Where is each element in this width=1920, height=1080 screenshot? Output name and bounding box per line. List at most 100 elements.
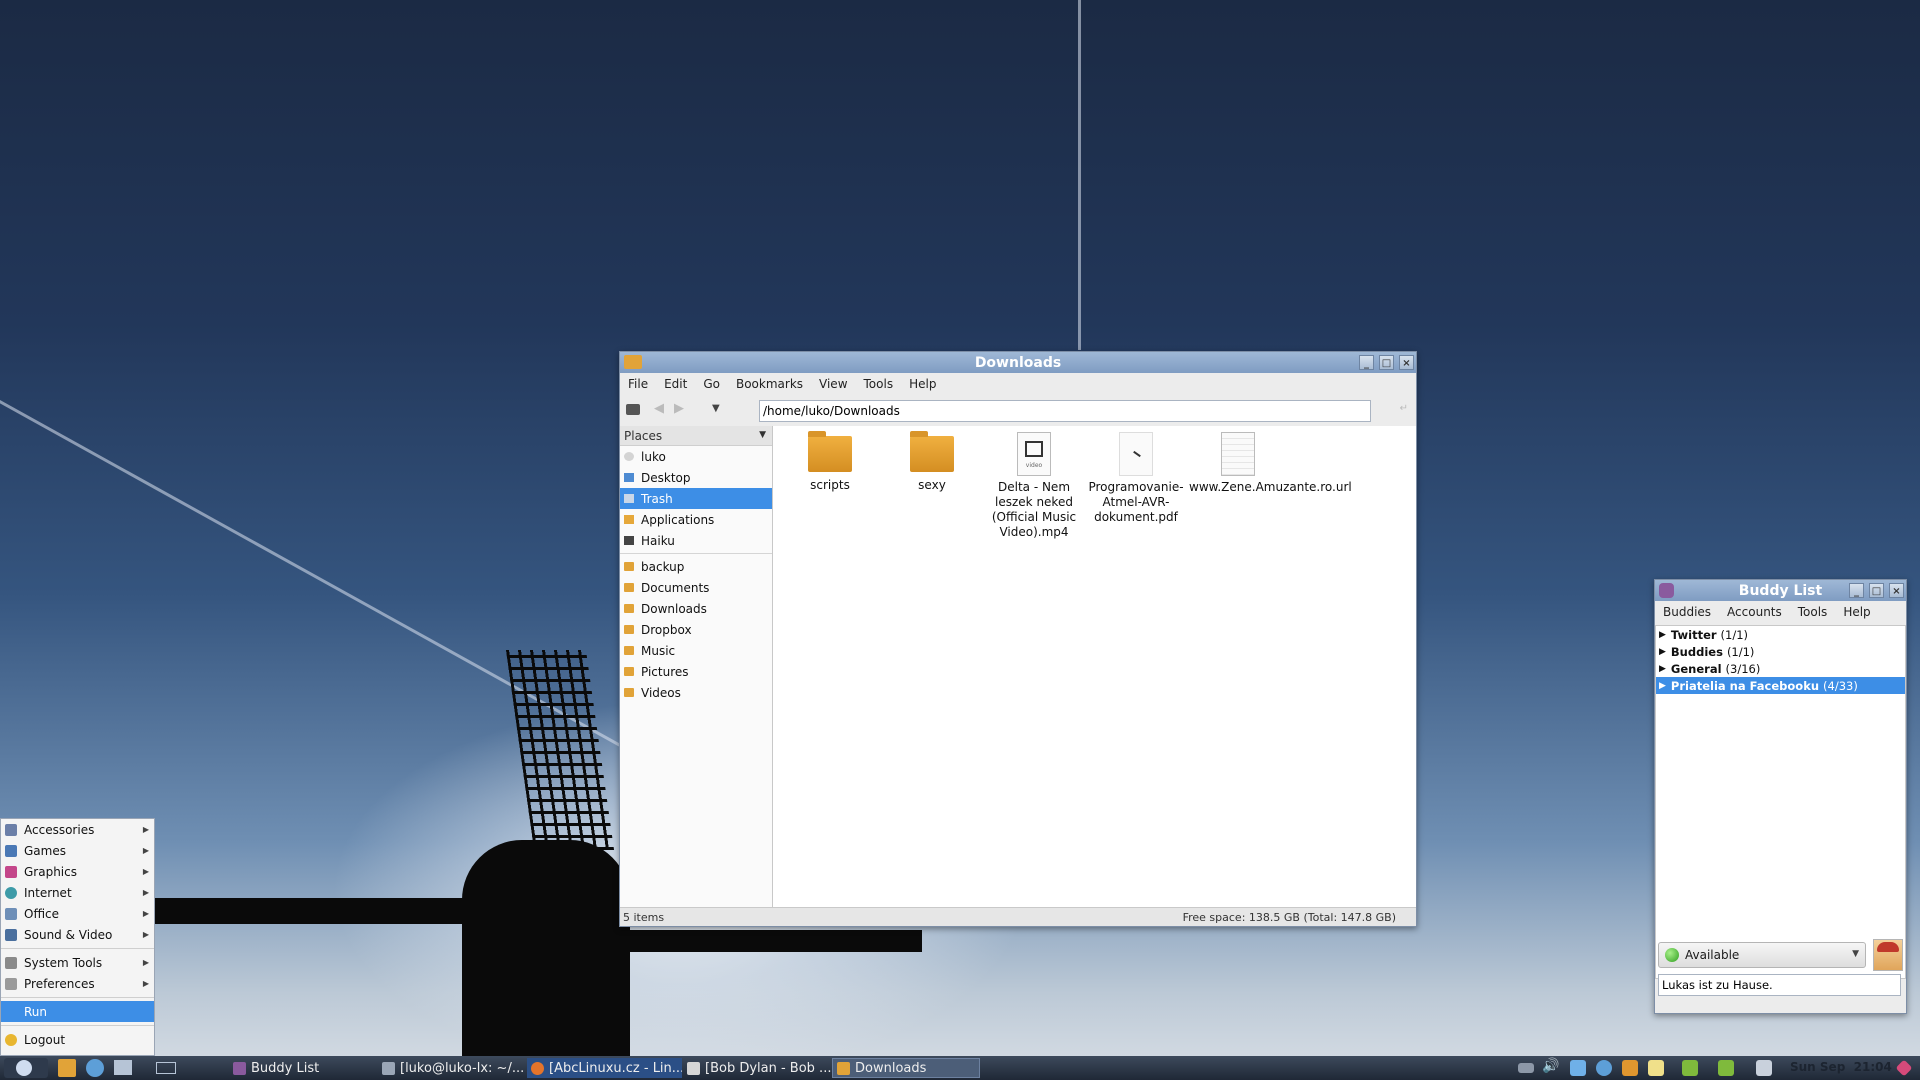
go-icon[interactable]: ↵ (1400, 403, 1408, 414)
menu-item-office[interactable]: Office ▶ (1, 903, 154, 924)
menu-file[interactable]: File (620, 377, 656, 391)
forward-icon[interactable]: ▶ (674, 401, 684, 416)
menu-item-preferences[interactable]: Preferences ▶ (1, 973, 154, 994)
window-switcher-icon[interactable] (114, 1060, 132, 1075)
expand-arrow-icon[interactable]: ▶ (1659, 681, 1666, 691)
file-manager-launcher-icon[interactable] (58, 1059, 76, 1077)
menu-help[interactable]: Help (1835, 605, 1878, 619)
keyboard-icon[interactable] (1518, 1063, 1534, 1073)
chevron-down-icon[interactable]: ▼ (1852, 949, 1859, 959)
history-dropdown-icon[interactable]: ▼ (712, 403, 720, 414)
sidebar-item-desktop[interactable]: Desktop (620, 467, 772, 488)
desktop-pager-icon[interactable] (156, 1062, 176, 1074)
back-icon[interactable]: ◀ (654, 401, 664, 416)
menu-buddies[interactable]: Buddies (1655, 605, 1719, 619)
sidebar-bookmark-videos[interactable]: Videos (620, 682, 772, 703)
sidebar-item-trash[interactable]: Trash (620, 488, 772, 509)
sidebar-bookmark-pictures[interactable]: Pictures (620, 661, 772, 682)
menu-item-games[interactable]: Games ▶ (1, 840, 154, 861)
menu-view[interactable]: View (811, 377, 855, 391)
browser-launcher-icon[interactable] (86, 1059, 104, 1077)
taskbar-task-firefox[interactable]: [AbcLinuxu.cz - Lin... (527, 1058, 682, 1078)
volume-icon[interactable]: 🔊 (1542, 1058, 1559, 1074)
network-icon[interactable] (1756, 1060, 1772, 1076)
submenu-arrow-icon: ▶ (142, 846, 149, 855)
status-selector[interactable]: Available ▼ (1658, 942, 1866, 968)
group-name: Priatelia na Facebooku (1670, 678, 1820, 693)
chevron-down-icon[interactable]: ▼ (759, 430, 766, 440)
update-icon[interactable] (1682, 1060, 1698, 1076)
expand-arrow-icon[interactable]: ▶ (1659, 630, 1666, 640)
sidebar-item-luko[interactable]: luko (620, 446, 772, 467)
path-input[interactable] (759, 400, 1371, 422)
new-tab-icon[interactable] (626, 404, 640, 415)
menu-item-accessories[interactable]: Accessories ▶ (1, 819, 154, 840)
sidebar-bookmark-downloads[interactable]: Downloads (620, 598, 772, 619)
menu-tools[interactable]: Tools (1790, 605, 1836, 619)
sidebar-item-haiku[interactable]: Haiku (620, 530, 772, 551)
menu-item-logout[interactable]: Logout (1, 1029, 154, 1050)
sidebar-item-applications[interactable]: Applications (620, 509, 772, 530)
menu-item-sound-video[interactable]: Sound & Video ▶ (1, 924, 154, 945)
menu-go[interactable]: Go (695, 377, 728, 391)
file-manager-window: Downloads _ □ × File Edit Go Bookmarks V… (619, 351, 1417, 927)
sidebar-item-label: backup (641, 559, 685, 574)
places-header[interactable]: Places ▼ (620, 426, 772, 446)
maximize-button[interactable]: □ (1869, 583, 1884, 598)
buddy-list-titlebar[interactable]: Buddy List _ □ × (1655, 580, 1906, 601)
internet-icon (5, 886, 17, 899)
sidebar-bookmark-music[interactable]: Music (620, 640, 772, 661)
menu-bookmarks[interactable]: Bookmarks (728, 377, 811, 391)
expand-arrow-icon[interactable]: ▶ (1659, 647, 1666, 657)
taskbar-task-terminal[interactable]: [luko@luko-lx: ~/... (378, 1058, 525, 1078)
dropbox-icon[interactable] (1570, 1060, 1586, 1076)
pidgin-icon (233, 1061, 246, 1075)
menu-help[interactable]: Help (901, 377, 944, 391)
avatar[interactable] (1873, 939, 1903, 971)
buddy-groups: ▶ Twitter (1/1) ▶ Buddies (1/1) ▶ General (3/1… (1655, 625, 1906, 979)
buddy-group-buddies[interactable]: ▶ Buddies (1/1) (1656, 643, 1905, 660)
buddy-group-twitter[interactable]: ▶ Twitter (1/1) (1656, 626, 1905, 643)
file-item[interactable]: Programovanie-Atmel-AVR-dokument.pdf (1087, 432, 1185, 525)
menu-item-graphics[interactable]: Graphics ▶ (1, 861, 154, 882)
menu-item-internet[interactable]: Internet ▶ (1, 882, 154, 903)
file-item[interactable]: www.Zene.Amuzante.ro.url (1189, 432, 1352, 495)
clock[interactable]: Sun Sep 21:04 (1790, 1060, 1892, 1074)
graphics-icon (5, 865, 17, 878)
menu-item-run[interactable]: Run (1, 1001, 154, 1022)
file-view[interactable]: scripts sexy video Delta - Nem leszek ne… (773, 426, 1416, 908)
notes-icon[interactable] (1648, 1060, 1664, 1076)
firefox-icon (531, 1061, 544, 1075)
file-item[interactable]: video Delta - Nem leszek neked (Official… (985, 432, 1083, 540)
tools-icon[interactable] (1622, 1060, 1638, 1076)
expand-arrow-icon[interactable]: ▶ (1659, 664, 1666, 674)
download-icon[interactable] (1718, 1060, 1734, 1076)
buddy-group-facebook[interactable]: ▶ Priatelia na Facebooku (4/33) (1656, 677, 1905, 694)
folder-icon (624, 355, 642, 369)
minimize-button[interactable]: _ (1849, 583, 1864, 598)
taskbar-task-downloads[interactable]: Downloads (832, 1058, 980, 1078)
sidebar-bookmark-documents[interactable]: Documents (620, 577, 772, 598)
buddy-group-general[interactable]: ▶ General (3/16) (1656, 660, 1905, 677)
taskbar-task-buddy-list[interactable]: Buddy List (229, 1058, 373, 1078)
status-bar: 5 items Free space: 138.5 GB (Total: 147… (620, 907, 1416, 926)
menu-accounts[interactable]: Accounts (1719, 605, 1790, 619)
menu-tools[interactable]: Tools (856, 377, 902, 391)
sidebar-bookmark-dropbox[interactable]: Dropbox (620, 619, 772, 640)
start-menu-button[interactable] (4, 1058, 48, 1078)
status-message-input[interactable] (1658, 974, 1901, 996)
file-item[interactable]: sexy (883, 431, 981, 493)
close-button[interactable]: × (1889, 583, 1904, 598)
taskbar-task-browser[interactable]: [Bob Dylan - Bob ... (683, 1058, 832, 1078)
maximize-button[interactable]: □ (1379, 355, 1394, 370)
task-label: Downloads (855, 1060, 927, 1076)
menu-item-system-tools[interactable]: System Tools ▶ (1, 952, 154, 973)
minimize-button[interactable]: _ (1359, 355, 1374, 370)
menu-edit[interactable]: Edit (656, 377, 695, 391)
logout-tray-icon[interactable] (1895, 1059, 1913, 1077)
chromium-icon[interactable] (1596, 1060, 1612, 1076)
file-item[interactable]: scripts (781, 431, 879, 493)
close-button[interactable]: × (1399, 355, 1414, 370)
file-manager-titlebar[interactable]: Downloads _ □ × (620, 352, 1416, 373)
sidebar-bookmark-backup[interactable]: backup (620, 556, 772, 577)
